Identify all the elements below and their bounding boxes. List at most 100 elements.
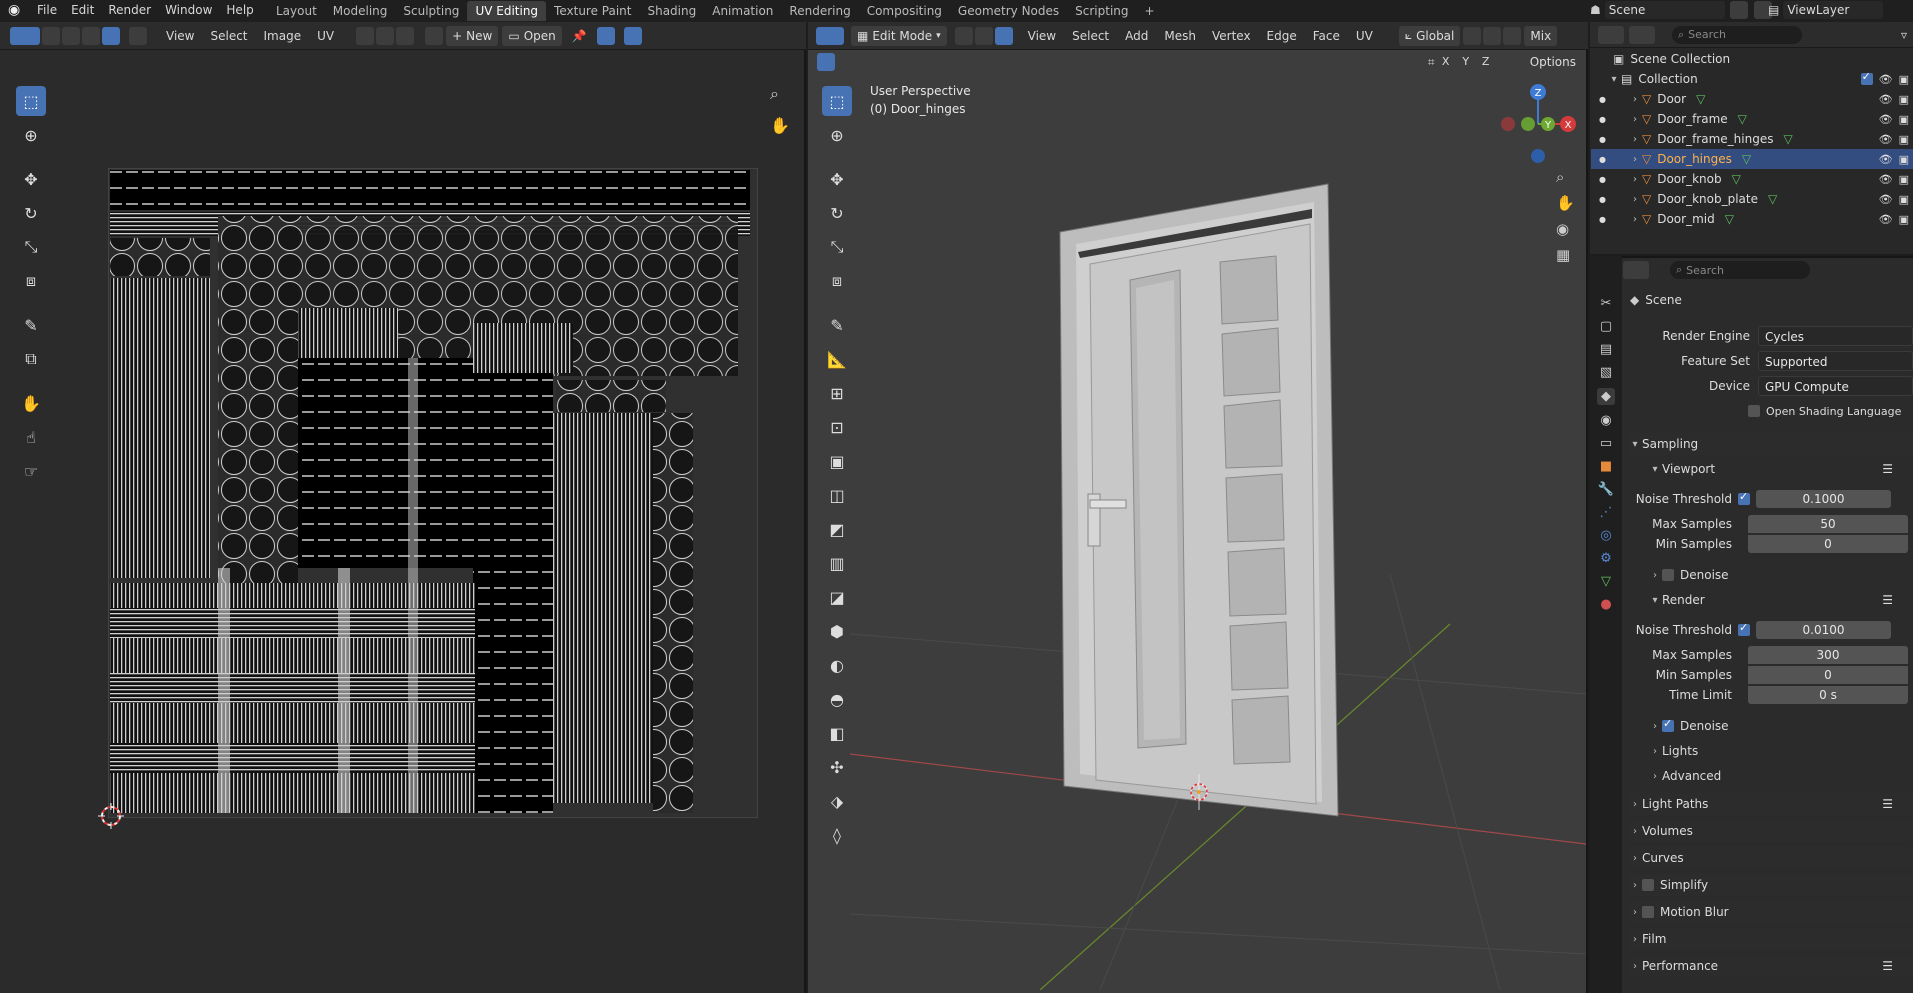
- tab-scripting[interactable]: Scripting: [1067, 1, 1136, 21]
- menu-render[interactable]: Render: [101, 0, 158, 20]
- edge-mode-icon[interactable]: [974, 26, 993, 45]
- view-layer-tab-icon[interactable]: ▧: [1600, 365, 1612, 380]
- proportional-edit-icon[interactable]: [1503, 26, 1522, 45]
- material-tab-icon[interactable]: ●: [1600, 597, 1611, 612]
- uv-menu-uv[interactable]: UV: [309, 29, 342, 43]
- uv-gizmo-icon[interactable]: [623, 26, 642, 45]
- r-denoise-row[interactable]: › Denoise: [1648, 716, 1729, 736]
- options-dropdown[interactable]: Options: [1523, 52, 1582, 72]
- menu-edit[interactable]: Edit: [64, 0, 101, 20]
- outliner-item[interactable]: ● › ▽ Door_frame ▽ 👁 ▣: [1591, 109, 1913, 129]
- inset-faces-tool-icon[interactable]: ◫: [822, 480, 852, 510]
- select-mode-subtract-icon[interactable]: [857, 53, 875, 71]
- light-paths-panel[interactable]: › Light Paths ☰: [1628, 793, 1913, 815]
- list-icon[interactable]: ☰: [1882, 797, 1893, 811]
- eye-icon[interactable]: 👁: [1879, 193, 1893, 206]
- camera-icon[interactable]: ▣: [1899, 73, 1909, 86]
- add-cube-tool-icon[interactable]: ⊞: [822, 378, 852, 408]
- sampling-panel-header[interactable]: ▾ Sampling: [1628, 433, 1913, 455]
- vp-select-box-tool-icon[interactable]: ⬚: [822, 86, 852, 116]
- outliner-item[interactable]: ● › ▽ Door_knob ▽ 👁 ▣: [1591, 169, 1913, 189]
- annotate-tool-icon[interactable]: ✎: [16, 310, 46, 340]
- r-min-field[interactable]: 0: [1748, 666, 1908, 684]
- vp-denoise-checkbox[interactable]: [1662, 569, 1674, 581]
- tab-sculpting[interactable]: Sculpting: [395, 1, 467, 21]
- extrude-tool-icon[interactable]: ▣: [822, 446, 852, 476]
- mirror-x-toggle[interactable]: X: [1437, 53, 1454, 71]
- outliner-item[interactable]: ● › ▽ Door_knob_plate ▽ 👁 ▣: [1591, 189, 1913, 209]
- eye-icon[interactable]: 👁: [1879, 213, 1893, 226]
- collapse-icon[interactable]: ▾: [1607, 74, 1621, 85]
- eye-icon[interactable]: 👁: [1879, 73, 1893, 86]
- list-icon[interactable]: ☰: [1882, 462, 1893, 476]
- camera-icon[interactable]: ▣: [1899, 133, 1909, 146]
- face-select-icon[interactable]: [102, 26, 120, 45]
- expand-icon[interactable]: ›: [1628, 174, 1642, 185]
- viewport-editor-type-icon[interactable]: [816, 26, 844, 45]
- list-icon[interactable]: ☰: [1882, 959, 1893, 973]
- filter-icon[interactable]: ▿: [1901, 28, 1907, 42]
- outliner-search[interactable]: ⌕ Search: [1672, 25, 1802, 44]
- spin-tool-icon[interactable]: ◐: [822, 650, 852, 680]
- menu-help[interactable]: Help: [219, 0, 260, 20]
- data-tab-icon[interactable]: ▽: [1601, 574, 1611, 589]
- view-layer-field[interactable]: ViewLayer: [1783, 1, 1884, 19]
- rip-tool-icon[interactable]: ⧉: [16, 344, 46, 374]
- viewport-subpanel[interactable]: ▾ Viewport ☰: [1648, 459, 1913, 479]
- collection-checkbox[interactable]: [1860, 70, 1873, 85]
- properties-search[interactable]: ⌕ Search: [1670, 261, 1810, 279]
- simplify-panel[interactable]: › Simplify: [1628, 874, 1913, 896]
- r-denoise-checkbox[interactable]: [1662, 717, 1674, 732]
- curves-panel[interactable]: › Curves: [1628, 847, 1913, 869]
- motion-blur-panel[interactable]: › Motion Blur: [1628, 901, 1913, 923]
- image-browse-icon[interactable]: [425, 26, 444, 45]
- vp-zoom-icon[interactable]: ⌕: [1556, 168, 1575, 186]
- uv-menu-select[interactable]: Select: [202, 29, 255, 43]
- new-image-button[interactable]: + New: [446, 25, 499, 46]
- object-tab-icon[interactable]: ■: [1600, 459, 1612, 474]
- tab-modeling[interactable]: Modeling: [325, 1, 396, 21]
- poly-build-tool-icon[interactable]: ⬢: [822, 616, 852, 646]
- vp-min-field[interactable]: 0: [1748, 535, 1908, 553]
- pivot-point-icon[interactable]: [1463, 26, 1482, 45]
- render-engine-select[interactable]: Cycles: [1758, 326, 1913, 346]
- motion-blur-checkbox[interactable]: [1642, 906, 1654, 918]
- vp-denoise-row[interactable]: › Denoise: [1648, 565, 1729, 585]
- collection-tab-icon[interactable]: ▭: [1600, 436, 1612, 451]
- outliner-item[interactable]: ● › ▽ Door_mid ▽ 👁 ▣: [1591, 209, 1913, 229]
- vp-menu-add[interactable]: Add: [1117, 29, 1156, 43]
- extrude-region-tool-icon[interactable]: ⊡: [822, 412, 852, 442]
- uv-menu-image[interactable]: Image: [256, 29, 310, 43]
- performance-panel[interactable]: › Performance ☰: [1628, 955, 1913, 977]
- select-mode-extend-icon[interactable]: [837, 53, 855, 71]
- render-tab-icon[interactable]: ▢: [1600, 319, 1612, 334]
- expand-icon[interactable]: ›: [1628, 134, 1642, 145]
- relax-tool-icon[interactable]: ☝: [16, 422, 46, 452]
- camera-icon[interactable]: ▣: [1899, 153, 1909, 166]
- advanced-subpanel[interactable]: › Advanced: [1648, 766, 1721, 786]
- vp-menu-edge[interactable]: Edge: [1259, 29, 1305, 43]
- output-tab-icon[interactable]: ▤: [1600, 342, 1612, 357]
- expand-icon[interactable]: ›: [1628, 214, 1642, 225]
- vp-scale-tool-icon[interactable]: ⤡: [822, 232, 852, 262]
- simplify-checkbox[interactable]: [1642, 879, 1654, 891]
- uv-pan-icon[interactable]: ✋: [770, 116, 790, 135]
- outliner-collection[interactable]: ▾ ▤ Collection 👁▣: [1591, 69, 1913, 89]
- uv-layout-canvas[interactable]: [108, 168, 758, 818]
- bevel-tool-icon[interactable]: ◩: [822, 514, 852, 544]
- display-mode-icon[interactable]: [1629, 25, 1655, 44]
- vp-max-field[interactable]: 50: [1748, 515, 1908, 533]
- volumes-panel[interactable]: › Volumes: [1628, 820, 1913, 842]
- eye-icon[interactable]: 👁: [1879, 93, 1893, 106]
- eye-icon[interactable]: 👁: [1879, 113, 1893, 126]
- vp-move-tool-icon[interactable]: ✥: [822, 164, 852, 194]
- list-icon[interactable]: ☰: [1882, 593, 1893, 607]
- vp-noise-checkbox[interactable]: [1738, 490, 1750, 505]
- menu-file[interactable]: File: [30, 0, 64, 20]
- scale-tool-icon[interactable]: ⤡: [16, 232, 46, 262]
- properties-type-icon[interactable]: [1623, 261, 1649, 279]
- modifier-tab-icon[interactable]: 🔧: [1598, 482, 1614, 497]
- vp-menu-vertex[interactable]: Vertex: [1204, 29, 1259, 43]
- constraints-tab-icon[interactable]: ⚙: [1600, 551, 1612, 566]
- blender-logo-icon[interactable]: ◉: [8, 2, 20, 18]
